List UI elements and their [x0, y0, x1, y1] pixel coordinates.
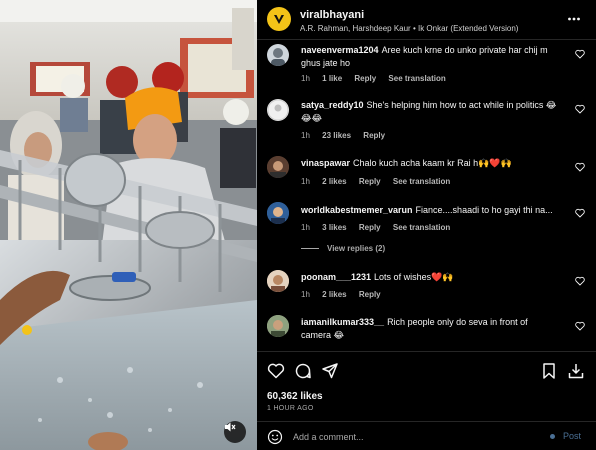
post-details-panel: viralbhayani A.R. Rahman, Harshdeep Kaur…	[257, 0, 596, 450]
bookmark-icon[interactable]	[540, 362, 558, 380]
comments-list[interactable]: naveenverma1204 Aree kuch krne do unko pr…	[257, 40, 596, 351]
more-horizontal-icon[interactable]	[567, 12, 581, 26]
comment-username[interactable]: poonam___1231	[301, 272, 371, 282]
post-timestamp: 1 HOUR AGO	[267, 405, 314, 412]
account-avatar[interactable]	[267, 7, 291, 31]
commenter-avatar[interactable]	[267, 99, 289, 121]
reel-video[interactable]	[0, 0, 257, 450]
post-header: viralbhayani A.R. Rahman, Harshdeep Kaur…	[257, 0, 596, 40]
comment-input[interactable]	[293, 428, 533, 446]
comment-reply-button[interactable]: Reply	[354, 74, 376, 83]
heart-icon[interactable]	[267, 362, 285, 380]
comment-meta: 1h 2 likes Reply	[301, 290, 391, 299]
like-count[interactable]: 60,362 likes	[267, 391, 323, 402]
comment-item: vinaspawar Chalo kuch acha kaam kr Rai h🙌…	[257, 152, 596, 196]
speaker-muted-icon	[225, 422, 236, 432]
comment-like-count[interactable]: 1 like	[322, 74, 342, 83]
comment-body: Lots of wishes❤️🙌	[374, 272, 454, 282]
download-icon[interactable]	[567, 362, 585, 380]
comment-meta: 1h 3 likes Reply See translation	[301, 223, 460, 232]
comment-username[interactable]: naveenverma1204	[301, 45, 379, 55]
comment-heart-icon[interactable]	[575, 104, 585, 114]
comment-item: naveenverma1204 Aree kuch krne do unko pr…	[257, 40, 596, 90]
replies-divider	[301, 248, 319, 250]
comment-time: 1h	[301, 131, 310, 140]
comment-composer: Post	[257, 421, 596, 450]
see-translation-link[interactable]: See translation	[393, 223, 450, 232]
comment-time: 1h	[301, 74, 310, 83]
reel-video-frame	[0, 0, 257, 450]
comment-body: Chalo kuch acha kaam kr Rai h🙌❤️🙌	[353, 158, 512, 168]
comment-body: Fiance....shaadi to ho gayi thi na...	[415, 205, 553, 215]
see-translation-link[interactable]: See translation	[388, 74, 445, 83]
comment-username[interactable]: vinaspawar	[301, 158, 350, 168]
audio-track-link[interactable]: A.R. Rahman, Harshdeep Kaur • Ik Onkar (…	[300, 24, 518, 33]
comment-heart-icon[interactable]	[575, 321, 585, 331]
comment-text: vinaspawar Chalo kuch acha kaam kr Rai h🙌…	[301, 157, 559, 170]
comment-time: 1h	[301, 177, 310, 186]
comment-reply-button[interactable]: Reply	[359, 223, 381, 232]
comment-username[interactable]: worldkabestmemer_varun	[301, 205, 413, 215]
see-translation-link[interactable]: See translation	[393, 177, 450, 186]
comment-text: poonam___1231 Lots of wishes❤️🙌	[301, 271, 559, 284]
comment-item: iamanilkumar333__ Rich people only do sev…	[257, 312, 596, 351]
comment-text: iamanilkumar333__ Rich people only do sev…	[301, 316, 559, 342]
viral-v-logo-icon	[274, 15, 284, 24]
comment-like-count[interactable]: 3 likes	[322, 223, 346, 232]
comment-time: 1h	[301, 290, 310, 299]
comment-meta: 1h 2 likes Reply See translation	[301, 177, 460, 186]
comment-like-count[interactable]: 23 likes	[322, 131, 351, 140]
comment-icon[interactable]	[294, 362, 312, 380]
comment-like-count[interactable]: 2 likes	[322, 290, 346, 299]
comment-reply-button[interactable]: Reply	[363, 131, 385, 140]
comment-item: worldkabestmemer_varun Fiance....shaadi t…	[257, 198, 596, 264]
mute-button[interactable]	[224, 421, 246, 443]
commenter-avatar[interactable]	[267, 202, 289, 224]
comment-meta: 1h 1 like Reply See translation	[301, 74, 456, 83]
view-replies-button[interactable]: View replies (2)	[301, 244, 385, 253]
post-actions: 60,362 likes 1 HOUR AGO	[257, 351, 596, 421]
comment-like-count[interactable]: 2 likes	[322, 177, 346, 186]
comment-time: 1h	[301, 223, 310, 232]
comment-text: worldkabestmemer_varun Fiance....shaadi t…	[301, 204, 559, 217]
comment-heart-icon[interactable]	[575, 162, 585, 172]
post-indicator-dot	[550, 434, 555, 439]
comment-heart-icon[interactable]	[575, 208, 585, 218]
commenter-avatar[interactable]	[267, 44, 289, 66]
comment-text: satya_reddy10 She's helping him how to ac…	[301, 99, 559, 125]
comment-reply-button[interactable]: Reply	[359, 290, 381, 299]
share-icon[interactable]	[321, 362, 339, 380]
comment-heart-icon[interactable]	[575, 276, 585, 286]
comment-item: satya_reddy10 She's helping him how to ac…	[257, 95, 596, 145]
comment-text: naveenverma1204 Aree kuch krne do unko pr…	[301, 44, 559, 70]
view-replies-label: View replies (2)	[327, 244, 386, 253]
post-button[interactable]: Post	[563, 431, 581, 441]
commenter-avatar[interactable]	[267, 315, 289, 337]
comment-meta: 1h 23 likes Reply	[301, 131, 395, 140]
comment-heart-icon[interactable]	[575, 49, 585, 59]
account-username[interactable]: viralbhayani	[300, 9, 364, 21]
comment-reply-button[interactable]: Reply	[359, 177, 381, 186]
comment-username[interactable]: satya_reddy10	[301, 100, 364, 110]
emoji-icon[interactable]	[267, 429, 283, 445]
comment-username[interactable]: iamanilkumar333__	[301, 317, 384, 327]
commenter-avatar[interactable]	[267, 270, 289, 292]
commenter-avatar[interactable]	[267, 156, 289, 178]
comment-item: poonam___1231 Lots of wishes❤️🙌 1h 2 like…	[257, 268, 596, 312]
